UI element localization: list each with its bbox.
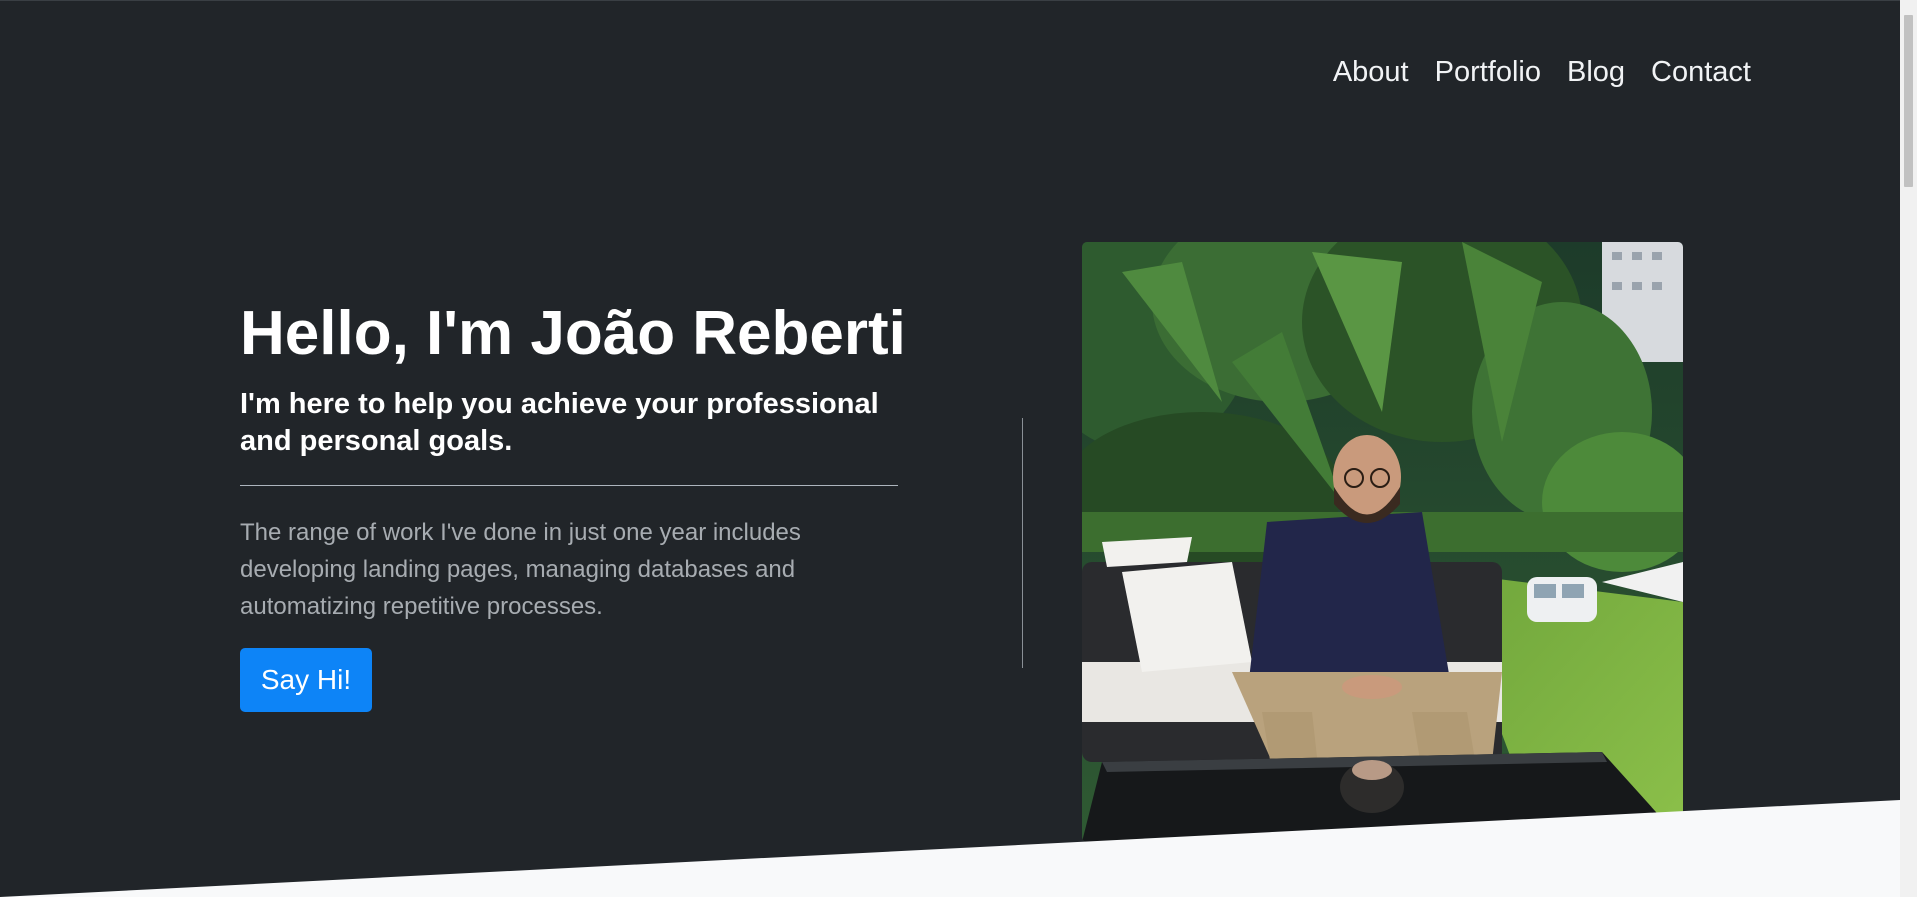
hero-subhead: I'm here to help you achieve your profes… bbox=[240, 388, 879, 457]
nav-link-contact[interactable]: Contact bbox=[1651, 56, 1751, 89]
page-scrollbar[interactable] bbox=[1900, 0, 1917, 897]
nav-link-about[interactable]: About bbox=[1333, 56, 1409, 89]
scrollbar-thumb[interactable] bbox=[1904, 15, 1913, 187]
say-hi-button[interactable]: Say Hi! bbox=[240, 648, 372, 712]
hero-description: The range of work I've done in just one … bbox=[240, 519, 801, 620]
portrait-photo bbox=[1082, 242, 1683, 842]
top-divider bbox=[0, 0, 1900, 1]
main-nav: About Portfolio Blog Contact bbox=[1333, 56, 1751, 89]
page: About Portfolio Blog Contact Hello, I'm … bbox=[0, 0, 1917, 897]
nav-link-blog[interactable]: Blog bbox=[1567, 56, 1625, 89]
vertical-divider bbox=[1022, 418, 1023, 668]
hero-section: About Portfolio Blog Contact Hello, I'm … bbox=[0, 0, 1900, 897]
nav-link-portfolio[interactable]: Portfolio bbox=[1435, 56, 1541, 89]
hero-divider bbox=[240, 485, 898, 486]
hero-headline: Hello, I'm João Reberti bbox=[240, 299, 906, 368]
